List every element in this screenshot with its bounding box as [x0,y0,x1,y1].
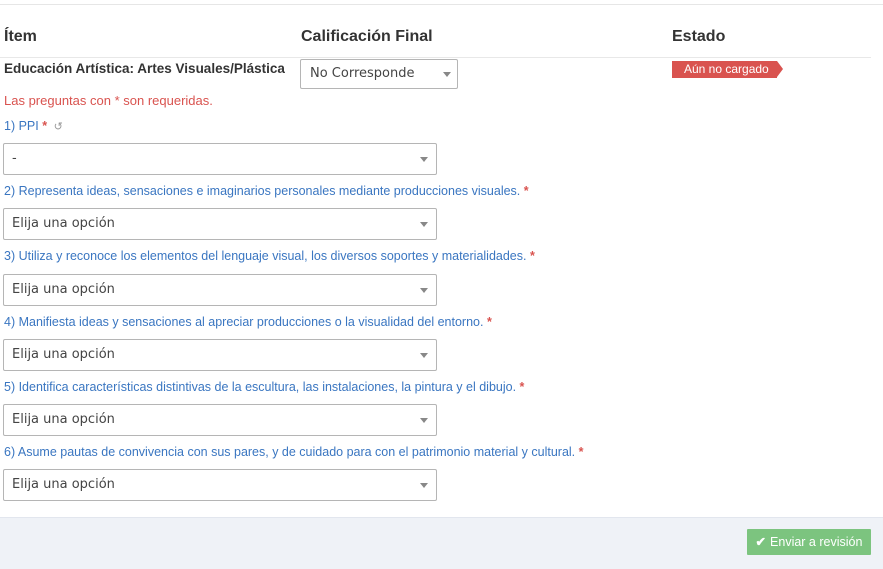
chevron-down-icon [420,418,428,423]
question-label-4: 4) Manifiesta ideas y sensaciones al apr… [4,315,492,329]
chevron-down-icon [420,483,428,488]
question-select-1[interactable]: - [3,143,437,175]
question-select-4[interactable]: Elija una opción [3,339,437,371]
question-text: 3) Utiliza y reconoce los elementos del … [4,249,527,263]
top-divider [0,4,883,5]
chevron-down-icon [420,288,428,293]
chevron-down-icon [420,222,428,227]
submit-label: Enviar a revisión [770,535,863,549]
question-text: 6) Asume pautas de convivencia con sus p… [4,445,576,459]
required-asterisk: * [42,119,48,133]
select-value: Elija una opción [12,282,115,297]
status-badge: Aún no cargado [672,61,783,78]
question-text: 4) Manifiesta ideas y sensaciones al apr… [4,315,484,329]
final-grade-value: No Corresponde [310,66,415,81]
question-label-5: 5) Identifica características distintiva… [4,380,524,394]
required-asterisk: * [523,184,529,198]
chevron-down-icon [420,353,428,358]
chevron-down-icon [443,72,451,77]
question-label-3: 3) Utiliza y reconoce los elementos del … [4,249,535,263]
question-text: 5) Identifica características distintiva… [4,380,517,394]
required-asterisk: * [529,249,535,263]
column-header-item: Ítem [4,28,37,45]
select-value: Elija una opción [12,477,115,492]
question-label-1: 1) PPI * ↺ [4,119,63,133]
question-select-2[interactable]: Elija una opción [3,208,437,240]
question-select-6[interactable]: Elija una opción [3,469,437,501]
question-select-3[interactable]: Elija una opción [3,274,437,306]
chevron-down-icon [420,157,428,162]
final-grade-select[interactable]: No Corresponde [300,59,458,89]
question-label-2: 2) Representa ideas, sensaciones e imagi… [4,184,529,198]
required-note: Las preguntas con * son requeridas. [4,93,213,108]
select-value: Elija una opción [12,216,115,231]
item-name: Educación Artística: Artes Visuales/Plás… [4,61,285,76]
select-value: Elija una opción [12,412,115,427]
question-select-5[interactable]: Elija una opción [3,404,437,436]
check-icon: ✔ [755,535,767,549]
submit-for-review-button[interactable]: ✔ Enviar a revisión [747,529,871,555]
question-text: 2) Representa ideas, sensaciones e imagi… [4,184,521,198]
required-asterisk: * [578,445,584,459]
select-value: Elija una opción [12,347,115,362]
header-divider [0,57,871,58]
column-header-grade: Calificación Final [301,28,433,45]
question-text: 1) PPI [4,119,39,133]
undo-icon[interactable]: ↺ [54,121,63,133]
select-value: - [12,151,17,166]
question-label-6: 6) Asume pautas de convivencia con sus p… [4,445,584,459]
required-asterisk: * [486,315,492,329]
column-header-status: Estado [672,28,726,45]
required-asterisk: * [519,380,525,394]
